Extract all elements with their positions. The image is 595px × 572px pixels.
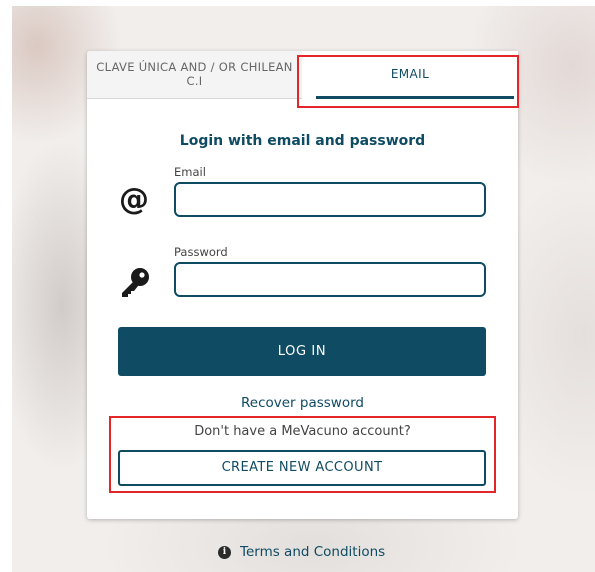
login-button[interactable]: LOG IN	[118, 327, 486, 376]
email-label: Email	[174, 165, 206, 179]
recover-password-link[interactable]: Recover password	[87, 395, 518, 411]
login-method-tabs: CLAVE ÚNICA AND / OR CHILEAN C.I EMAIL	[87, 51, 518, 99]
tab-clave-unica-label-line2: C.I	[186, 74, 203, 88]
email-field[interactable]	[174, 182, 486, 217]
terms-and-conditions-link[interactable]: i Terms and Conditions	[218, 543, 385, 561]
login-card: CLAVE ÚNICA AND / OR CHILEAN C.I EMAIL L…	[87, 51, 518, 519]
no-account-text: Don't have a MeVacuno account?	[194, 424, 411, 439]
terms-label: Terms and Conditions	[240, 544, 386, 560]
create-account-button[interactable]: CREATE NEW ACCOUNT	[118, 450, 486, 486]
at-sign-icon: @	[119, 182, 149, 217]
info-icon: i	[218, 545, 231, 559]
form-heading: Login with email and password	[179, 133, 426, 149]
key-icon	[119, 265, 153, 299]
tab-email-label: EMAIL	[390, 67, 430, 81]
tab-clave-unica[interactable]: CLAVE ÚNICA AND / OR CHILEAN C.I	[87, 51, 302, 99]
tab-clave-unica-label-line1: CLAVE ÚNICA AND / OR CHILEAN	[96, 60, 293, 74]
password-field[interactable]	[174, 262, 486, 297]
password-label: Password	[174, 245, 228, 259]
active-tab-indicator	[316, 96, 514, 99]
tab-email[interactable]: EMAIL	[302, 51, 518, 99]
